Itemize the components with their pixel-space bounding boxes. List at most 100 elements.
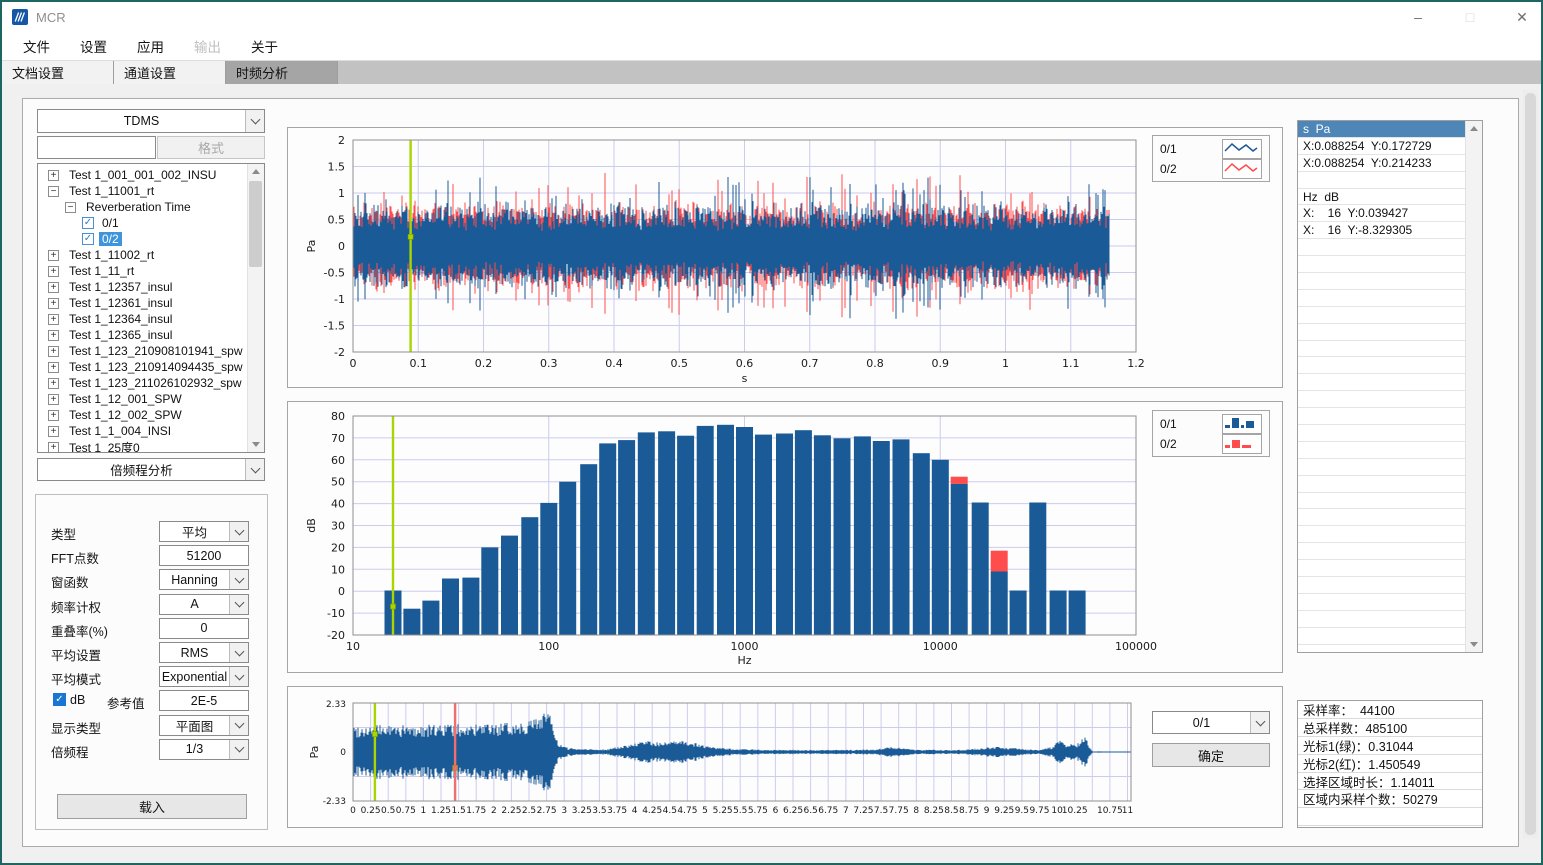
readout-row-empty[interactable] [1298, 307, 1466, 324]
maximize-icon[interactable]: □ [1461, 9, 1479, 25]
expand-icon[interactable]: + [48, 314, 59, 325]
expand-icon[interactable]: + [48, 282, 59, 293]
tree-item[interactable]: ✓0/1 [40, 215, 247, 231]
scroll-up-icon[interactable] [248, 164, 264, 179]
readout-row-empty[interactable] [1298, 526, 1466, 543]
chevron-down-icon[interactable] [229, 570, 248, 589]
tree-item[interactable]: +Test 1_11_rt [40, 263, 247, 279]
readout-scrollbar[interactable] [1465, 121, 1482, 652]
expand-icon[interactable]: + [48, 362, 59, 373]
tree-item[interactable]: +Test 1_123_211026102932_spw [40, 375, 247, 391]
tree-scrollbar-thumb[interactable] [249, 181, 262, 267]
tree-checkbox[interactable]: ✓ [82, 217, 94, 229]
menu-item-apply[interactable]: 应用 [122, 32, 179, 60]
fft-points-input[interactable] [159, 545, 249, 566]
green-cursor[interactable] [409, 140, 411, 352]
readout-row-empty[interactable] [1298, 290, 1466, 307]
chevron-down-icon[interactable] [229, 643, 248, 662]
file-tree[interactable]: +Test 1_001_001_002_INSU−Test 1_11001_rt… [37, 163, 265, 453]
minimize-icon[interactable]: – [1409, 9, 1427, 25]
overview-waveform-chart[interactable]: 2.330-2.3300.250.50.7511.251.51.7522.252… [287, 686, 1283, 828]
average-mode-select[interactable]: Exponential [159, 666, 249, 687]
tree-item[interactable]: +Test 1_123_210914094435_spw [40, 359, 247, 375]
channel-select[interactable]: 0/1 [1152, 711, 1270, 734]
readout-row[interactable]: X: 16 Y:0.039427 [1298, 205, 1466, 222]
chevron-down-icon[interactable] [245, 459, 264, 480]
tree-item[interactable]: +Test 1_12357_insul [40, 279, 247, 295]
tree-item[interactable]: +Test 1_11002_rt [40, 247, 247, 263]
scroll-down-icon[interactable] [248, 437, 264, 452]
filter-input[interactable] [37, 136, 156, 159]
close-icon[interactable]: ✕ [1513, 9, 1531, 26]
chevron-down-icon[interactable] [229, 740, 248, 759]
readout-row-empty[interactable] [1298, 357, 1466, 374]
tree-item[interactable]: +Test 1_12364_insul [40, 311, 247, 327]
readout-row-empty[interactable] [1298, 594, 1466, 611]
collapse-icon[interactable]: − [48, 186, 59, 197]
readout-row[interactable]: Hz dB [1298, 189, 1466, 206]
expand-icon[interactable]: + [48, 266, 59, 277]
format-button[interactable]: 格式 [157, 136, 265, 159]
main-scrollbar[interactable] [1523, 90, 1538, 838]
expand-icon[interactable]: + [48, 250, 59, 261]
readout-row-empty[interactable] [1298, 425, 1466, 442]
tree-item[interactable]: +Test 1_1_004_INSI [40, 423, 247, 439]
readout-row-empty[interactable] [1298, 577, 1466, 594]
readout-row[interactable]: X: 16 Y:-8.329305 [1298, 222, 1466, 239]
tree-item[interactable]: +Test 1_12361_insul [40, 295, 247, 311]
time-waveform-svg[interactable]: 21.510.50-0.5-1-1.5-200.10.20.30.40.50.6… [288, 128, 1282, 387]
readout-row-empty[interactable] [1298, 374, 1466, 391]
readout-row-empty[interactable] [1298, 256, 1466, 273]
menu-item-about[interactable]: 关于 [236, 32, 293, 60]
readout-row-empty[interactable] [1298, 459, 1466, 476]
frequency-weighting-select[interactable]: A [159, 594, 249, 615]
time-waveform-chart[interactable]: 21.510.50-0.5-1-1.5-200.10.20.30.40.50.6… [287, 127, 1283, 388]
readout-row-empty[interactable] [1298, 628, 1466, 645]
tree-item[interactable]: ✓0/2 [40, 231, 247, 247]
tree-item[interactable]: +Test 1_001_001_002_INSU [40, 167, 247, 183]
tree-item[interactable]: +Test 1_12365_insul [40, 327, 247, 343]
file-format-select[interactable]: TDMS [37, 109, 265, 133]
reference-value-input[interactable] [159, 690, 249, 711]
cursor-readout-list[interactable]: s PaX:0.088254 Y:0.172729X:0.088254 Y:0.… [1297, 120, 1483, 653]
readout-row-empty[interactable] [1298, 560, 1466, 577]
chevron-down-icon[interactable] [1250, 712, 1269, 733]
type-select[interactable]: 平均 [159, 521, 249, 542]
readout-row-empty[interactable] [1298, 324, 1466, 341]
tree-item[interactable]: −Reverberation Time [40, 199, 247, 215]
readout-row[interactable]: X:0.088254 Y:0.172729 [1298, 138, 1466, 155]
chevron-down-icon[interactable] [229, 522, 248, 541]
readout-row-empty[interactable] [1298, 273, 1466, 290]
readout-row-empty[interactable] [1298, 493, 1466, 510]
green-cursor[interactable] [374, 703, 376, 801]
main-scrollbar-thumb[interactable] [1525, 93, 1536, 835]
scroll-up-icon[interactable] [1466, 121, 1482, 136]
readout-row-empty[interactable] [1298, 476, 1466, 493]
expand-icon[interactable]: + [48, 346, 59, 357]
readout-row-empty[interactable] [1298, 239, 1466, 256]
window-function-select[interactable]: Hanning [159, 569, 249, 590]
chevron-down-icon[interactable] [229, 716, 248, 735]
readout-row-empty[interactable] [1298, 391, 1466, 408]
readout-row-empty[interactable] [1298, 611, 1466, 628]
expand-icon[interactable]: + [48, 330, 59, 341]
bar-series-icon[interactable] [1222, 414, 1262, 434]
tree-item[interactable]: +Test 1_25度0 [40, 439, 247, 453]
expand-icon[interactable]: + [48, 298, 59, 309]
tree-scrollbar[interactable] [247, 164, 264, 452]
readout-row-empty[interactable] [1298, 442, 1466, 459]
expand-icon[interactable]: + [48, 170, 59, 181]
readout-row[interactable] [1298, 172, 1466, 189]
tree-checkbox[interactable]: ✓ [82, 233, 94, 245]
average-setting-select[interactable]: RMS [159, 642, 249, 663]
expand-icon[interactable]: + [48, 442, 59, 453]
expand-icon[interactable]: + [48, 378, 59, 389]
confirm-button[interactable]: 确定 [1152, 743, 1270, 767]
readout-row[interactable]: s Pa [1298, 121, 1466, 138]
load-button[interactable]: 载入 [57, 794, 247, 819]
chevron-down-icon[interactable] [229, 667, 248, 686]
overview-waveform-svg[interactable]: 2.330-2.3300.250.50.7511.251.51.7522.252… [288, 687, 1282, 827]
tab-channel-settings[interactable]: 通道设置 [114, 61, 226, 84]
overlap-input[interactable] [159, 618, 249, 639]
display-type-select[interactable]: 平面图 [159, 715, 249, 736]
